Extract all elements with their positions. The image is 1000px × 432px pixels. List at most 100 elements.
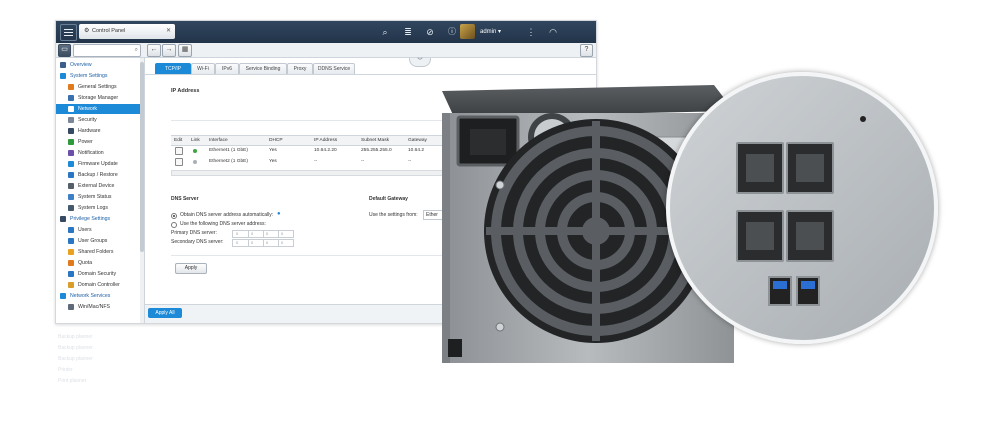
search-input[interactable]: ⌕ [73, 44, 141, 57]
faded-item: Backup planner [58, 356, 93, 362]
close-icon[interactable]: ✕ [166, 24, 171, 39]
faded-item: Backup planner [58, 334, 93, 340]
dns-manual-radio[interactable] [171, 222, 177, 228]
scrollbar-thumb[interactable] [140, 62, 144, 252]
link-status-icon [193, 160, 197, 164]
sidebar-item-label: Hardware [78, 128, 101, 134]
search-icon: ⌕ [134, 47, 138, 53]
lan-port [786, 210, 834, 262]
sidebar-item[interactable]: Network Services [56, 291, 140, 301]
default-gateway-heading: Default Gateway [369, 196, 408, 202]
sidebar: Overview System Settings General Settings S… [56, 58, 145, 323]
tab-ddns-service[interactable]: DDNS Service [313, 63, 355, 74]
user-menu[interactable]: admin ▾ [480, 25, 501, 39]
app-tab-control-panel[interactable]: ⚙ Control Panel ✕ [79, 24, 175, 39]
sidebar-icon [68, 160, 74, 167]
sidebar-item[interactable]: Domain Controller [56, 280, 140, 290]
sidebar-item[interactable]: System Logs [56, 203, 140, 213]
more-options-icon[interactable]: ⋮ [524, 25, 538, 39]
sidebar-item-label: Backup / Restore [78, 172, 118, 178]
sidebar-item[interactable]: Quota [56, 258, 140, 268]
help-button[interactable]: ? [580, 44, 593, 57]
collapse-handle[interactable]: ︾ [409, 58, 431, 67]
event-notification-icon[interactable]: ⓘ [445, 25, 459, 39]
ip-cell: -- [314, 159, 318, 164]
sidebar-item-label: Network Services [70, 293, 111, 299]
apply-button[interactable]: Apply [175, 263, 207, 274]
sidebar-item[interactable]: Network [56, 104, 140, 114]
usb-port [768, 276, 792, 306]
sidebar-item-label: System Settings [70, 73, 108, 79]
tab-service-binding[interactable]: Service Binding [239, 63, 287, 74]
sidebar-item[interactable]: External Device [56, 181, 140, 191]
view-toggle-button[interactable]: ▭ [58, 44, 71, 57]
sidebar-icon [68, 204, 74, 211]
faded-item: Backup planner [58, 345, 93, 351]
avatar[interactable] [460, 24, 475, 39]
dns-auto-radio[interactable] [171, 213, 177, 219]
gateway-source-label: Use the settings from: [369, 212, 418, 218]
sidebar-item[interactable]: Firmware Update [56, 159, 140, 169]
sidebar-icon [68, 105, 74, 112]
sidebar-item[interactable]: Hardware [56, 126, 140, 136]
sidebar-item-label: Overview [70, 62, 92, 68]
main-menu-button[interactable] [60, 24, 77, 41]
sidebar-item-label: Firmware Update [78, 161, 118, 167]
secondary-dns-input[interactable]: 0 0 0 0 [232, 239, 294, 247]
sidebar-item[interactable]: Storage Manager [56, 93, 140, 103]
sidebar-item-label: System Logs [78, 205, 108, 211]
sidebar-item[interactable]: Power [56, 137, 140, 147]
search-icon[interactable]: ⌕ [378, 25, 392, 39]
sidebar-icon [68, 116, 74, 123]
edit-icon[interactable] [175, 147, 183, 155]
sidebar-item[interactable]: User Groups [56, 236, 140, 246]
background-task-icon[interactable]: ≣ [401, 25, 415, 39]
sidebar-item-label: Security [78, 117, 97, 123]
info-icon[interactable]: ● [277, 211, 281, 217]
dns-manual-label: Use the following DNS server address: [180, 221, 266, 227]
sidebar-item[interactable]: System Settings [56, 71, 140, 81]
secondary-dns-label: Secondary DNS server: [171, 239, 224, 245]
apply-all-button[interactable]: Apply All [148, 308, 182, 318]
edit-icon[interactable] [175, 158, 183, 166]
sidebar-item[interactable]: Privilege Settings [56, 214, 140, 224]
sidebar-icon [60, 215, 66, 222]
column-header: DHCP [269, 138, 283, 143]
sidebar-scrollbar[interactable] [140, 58, 144, 323]
sidebar-item-label: Domain Security [78, 271, 117, 277]
sidebar-item[interactable]: Domain Security [56, 269, 140, 279]
forward-button[interactable]: → [162, 44, 176, 57]
mask-cell: 255.255.255.0 [361, 148, 392, 153]
gateway-cell: -- [408, 159, 412, 164]
grid-view-button[interactable]: ▦ [178, 44, 192, 57]
sidebar-icon [68, 138, 74, 145]
sidebar-item[interactable]: Shared Folders [56, 247, 140, 257]
settings-tabs: TCP/IP Wi-Fi IPv6 Service Binding Proxy … [145, 58, 596, 75]
sidebar-item-label: Quota [78, 260, 93, 266]
sidebar-icon [68, 248, 74, 255]
tab-ipv6[interactable]: IPv6 [215, 63, 239, 74]
app-tab-label: Control Panel [92, 28, 126, 34]
primary-dns-input[interactable]: 0 0 0 0 [232, 230, 294, 238]
tab-wifi[interactable]: Wi-Fi [191, 63, 215, 74]
dashboard-icon[interactable]: ◠ [546, 25, 560, 39]
lan-port [736, 210, 784, 262]
sidebar-item[interactable]: System Status [56, 192, 140, 202]
sidebar-icon [68, 149, 74, 156]
back-button[interactable]: ← [147, 44, 161, 57]
sidebar-item[interactable]: General Settings [56, 82, 140, 92]
sidebar-item-label: External Device [78, 183, 115, 189]
sidebar-item[interactable]: Notification [56, 148, 140, 158]
sidebar-item[interactable]: Security [56, 115, 140, 125]
sidebar-icon [68, 171, 74, 178]
sidebar-icon [60, 292, 66, 299]
sidebar-item[interactable]: Backup / Restore [56, 170, 140, 180]
external-device-icon[interactable]: ⊘ [423, 25, 437, 39]
sidebar-item-label: System Status [78, 194, 112, 200]
sidebar-item[interactable]: Users [56, 225, 140, 235]
tab-tcpip[interactable]: TCP/IP [155, 63, 191, 74]
sidebar-item[interactable]: Win/Mac/NFS [56, 302, 140, 312]
tab-proxy[interactable]: Proxy [287, 63, 313, 74]
sidebar-item-label: Storage Manager [78, 95, 119, 101]
sidebar-item[interactable]: Overview [56, 60, 140, 70]
